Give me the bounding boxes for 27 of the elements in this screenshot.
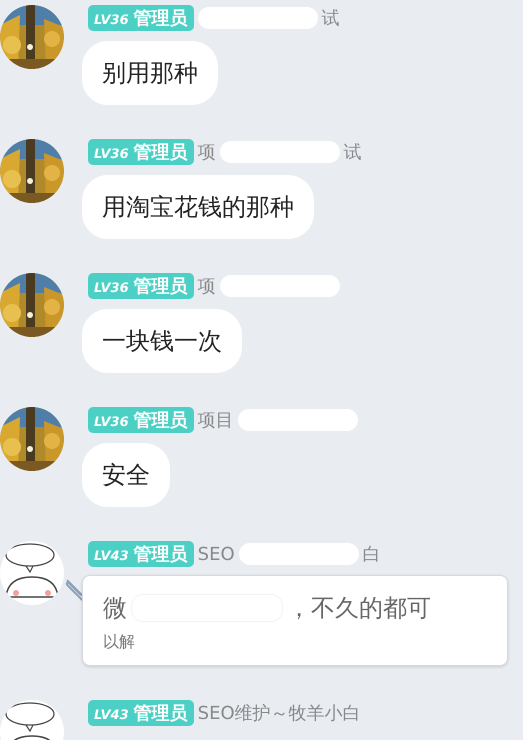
message-bubble: 安全 <box>82 443 170 507</box>
sender-name: 项 <box>198 275 216 298</box>
message-text: ，不久的都可 <box>287 593 431 624</box>
sender-name: SEO <box>198 544 235 564</box>
message-bubble: 用淘宝花钱的那种 <box>82 175 314 239</box>
sender-name: 白 <box>362 543 381 566</box>
role-label: 管理员 <box>134 702 188 725</box>
role-label: 管理员 <box>134 543 188 566</box>
sender-name: 项 <box>198 141 216 164</box>
level-label: LV43 <box>94 708 129 723</box>
role-label: 管理员 <box>134 275 188 298</box>
sender-name: 项目 <box>198 409 234 432</box>
level-label: LV36 <box>94 415 129 430</box>
role-label: 管理员 <box>134 409 188 432</box>
sender-name: SEO维护～牧羊小白 <box>198 702 361 725</box>
message-text: 以解 <box>103 632 135 653</box>
message-text: 微 <box>103 593 127 624</box>
message-bubble: 一块钱一次 <box>82 309 242 373</box>
sender-name: 试 <box>344 141 362 164</box>
level-label: LV43 <box>94 549 129 564</box>
level-label: LV36 <box>94 13 129 28</box>
level-label: LV36 <box>94 281 129 296</box>
role-label: 管理员 <box>134 141 188 164</box>
message-bubble: 别用那种 <box>82 41 218 105</box>
role-label: 管理员 <box>134 7 188 30</box>
sender-name: 试 <box>322 7 340 30</box>
level-label: LV36 <box>94 147 129 162</box>
